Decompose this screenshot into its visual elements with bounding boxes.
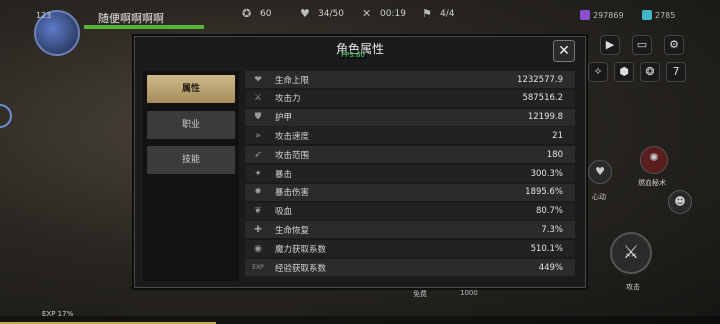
crossed-swords-icon: ✕ (362, 7, 372, 20)
stat-row: ✸ 暴击伤害 1895.6% (245, 183, 575, 201)
tab-skills[interactable]: 技能 (147, 146, 235, 174)
stat-label: 生命恢复 (275, 225, 310, 236)
skill-slot-2[interactable]: ⬢ (614, 62, 634, 82)
crit-icon: ✦ (254, 168, 262, 179)
stat-label: 吸血 (275, 207, 293, 218)
range-icon: ➶ (254, 149, 262, 160)
chat-button[interactable]: ▭ (632, 35, 652, 55)
close-button[interactable]: ✕ (553, 40, 575, 62)
exp-icon: EXP (252, 264, 264, 271)
shield-icon: ⛊ (254, 112, 262, 123)
stat-value: 80.7% (535, 206, 563, 217)
stat-row: ➶ 攻击范围 180 (245, 146, 575, 164)
player-level: 123 (36, 11, 52, 20)
stat-label: 魔力获取系数 (275, 244, 327, 255)
crit-damage-icon: ✸ (254, 187, 262, 198)
heart-icon: ♥ (300, 7, 310, 20)
game-scene: 123 随便啊啊啊啊 ✪ 60 ♥ 34/50 ✕ 00:19 ⚑ 4/4 297869… (0, 0, 720, 324)
stat-counter: ✪ 60 (242, 7, 272, 20)
lifesteal-icon: ❦ (254, 206, 262, 217)
attribute-list[interactable]: ❤ 生命上限 1232577.9 ⚔ 攻击力 587516.2 ⛊ 护甲 12199.8 » 攻击速… (245, 71, 575, 285)
stat-row: ✦ 暴击 300.3% (245, 165, 575, 182)
stat-row: » 攻击速度 21 (245, 127, 575, 145)
skill-slot-1[interactable]: ✧ (588, 62, 608, 82)
stat-value: 449% (538, 262, 563, 273)
stat-row: ✚ 生命恢复 7.3% (245, 221, 575, 239)
regen-icon: ✚ (254, 224, 262, 235)
left-edge-button[interactable] (0, 104, 12, 128)
cyan-gem-icon (642, 10, 652, 20)
exp-label: EXP 17% (42, 310, 74, 318)
player-hp-bar (84, 25, 204, 29)
tab-class[interactable]: 职业 (147, 111, 235, 139)
stat-row: ⛊ 护甲 12199.8 (245, 108, 575, 126)
stat-value: 300.3% (530, 168, 563, 179)
mask-skill-button[interactable]: ☻ (668, 190, 692, 214)
play-button[interactable]: ▶ (600, 35, 620, 55)
stat-row: ◉ 魔力获取系数 510.1% (245, 240, 575, 258)
currency-gems: 297869 (580, 10, 624, 20)
stat-label: 护甲 (275, 113, 293, 124)
magic-icon: ◉ (254, 243, 262, 254)
purple-gem-icon (580, 10, 590, 20)
stat-label: 经验获取系数 (275, 263, 327, 274)
heart-icon: ❤ (254, 74, 262, 85)
stat-value: 587516.2 (522, 93, 563, 104)
heart-skill-label: 心动 (592, 193, 606, 201)
speed-icon: » (255, 130, 261, 141)
blood-burn-skill-button[interactable]: ✺ (640, 146, 668, 174)
stat-label: 暴击 (275, 169, 293, 180)
free-label: 免费 (413, 290, 427, 298)
hp-counter: ♥ 34/50 (300, 7, 344, 20)
stat-value: 21 (552, 130, 563, 141)
settings-button[interactable]: ⚙ (664, 35, 684, 55)
character-attributes-dialog: 角色属性 FPS:60 ✕ 属性 职业 技能 ❤ 生命上限 1232577.9 ⚔ 攻击… (134, 36, 586, 288)
attack-label: 攻击 (626, 283, 640, 291)
timer: ✕ 00:19 (362, 7, 406, 20)
attribute-tabs: 属性 职业 技能 (143, 71, 239, 281)
tab-attributes[interactable]: 属性 (147, 75, 235, 103)
coin-icon: ✪ (242, 7, 252, 20)
stat-row: ❦ 吸血 80.7% (245, 202, 575, 220)
stat-row: ❤ 生命上限 1232577.9 (245, 71, 575, 88)
stat-value: 12199.8 (527, 112, 563, 123)
blood-burn-skill-label: 燃血秘术 (638, 179, 666, 187)
free-amount: 1000 (460, 289, 478, 297)
attack-button[interactable]: ⚔ (610, 232, 652, 274)
player-name: 随便啊啊啊啊 (98, 12, 164, 25)
stat-label: 生命上限 (275, 75, 310, 86)
fps-counter: FPS:60 (339, 51, 367, 59)
wave-counter: ⚑ 4/4 (422, 7, 455, 20)
stat-value: 1895.6% (525, 187, 563, 198)
currency-crystals: 2785 (642, 10, 675, 20)
skill-slot-3[interactable]: ❂ (640, 62, 660, 82)
exp-bar (0, 316, 720, 324)
sword-icon: ⚔ (253, 93, 263, 104)
stat-row: EXP 经验获取系数 449% (245, 259, 575, 276)
stat-row: ⚔ 攻击力 587516.2 (245, 89, 575, 107)
stat-label: 攻击范围 (275, 150, 310, 161)
stat-label: 暴击伤害 (275, 188, 310, 199)
stat-label: 攻击力 (275, 94, 301, 105)
stat-value: 180 (546, 149, 563, 160)
wave-icon: ⚑ (422, 7, 432, 20)
heart-skill-button[interactable]: ♥ (588, 160, 612, 184)
stat-value: 7.3% (541, 224, 563, 235)
stat-value: 510.1% (530, 243, 563, 254)
stat-value: 1232577.9 (517, 74, 563, 85)
stat-label: 攻击速度 (275, 131, 310, 142)
skill-slot-7[interactable]: 7 (666, 62, 686, 82)
